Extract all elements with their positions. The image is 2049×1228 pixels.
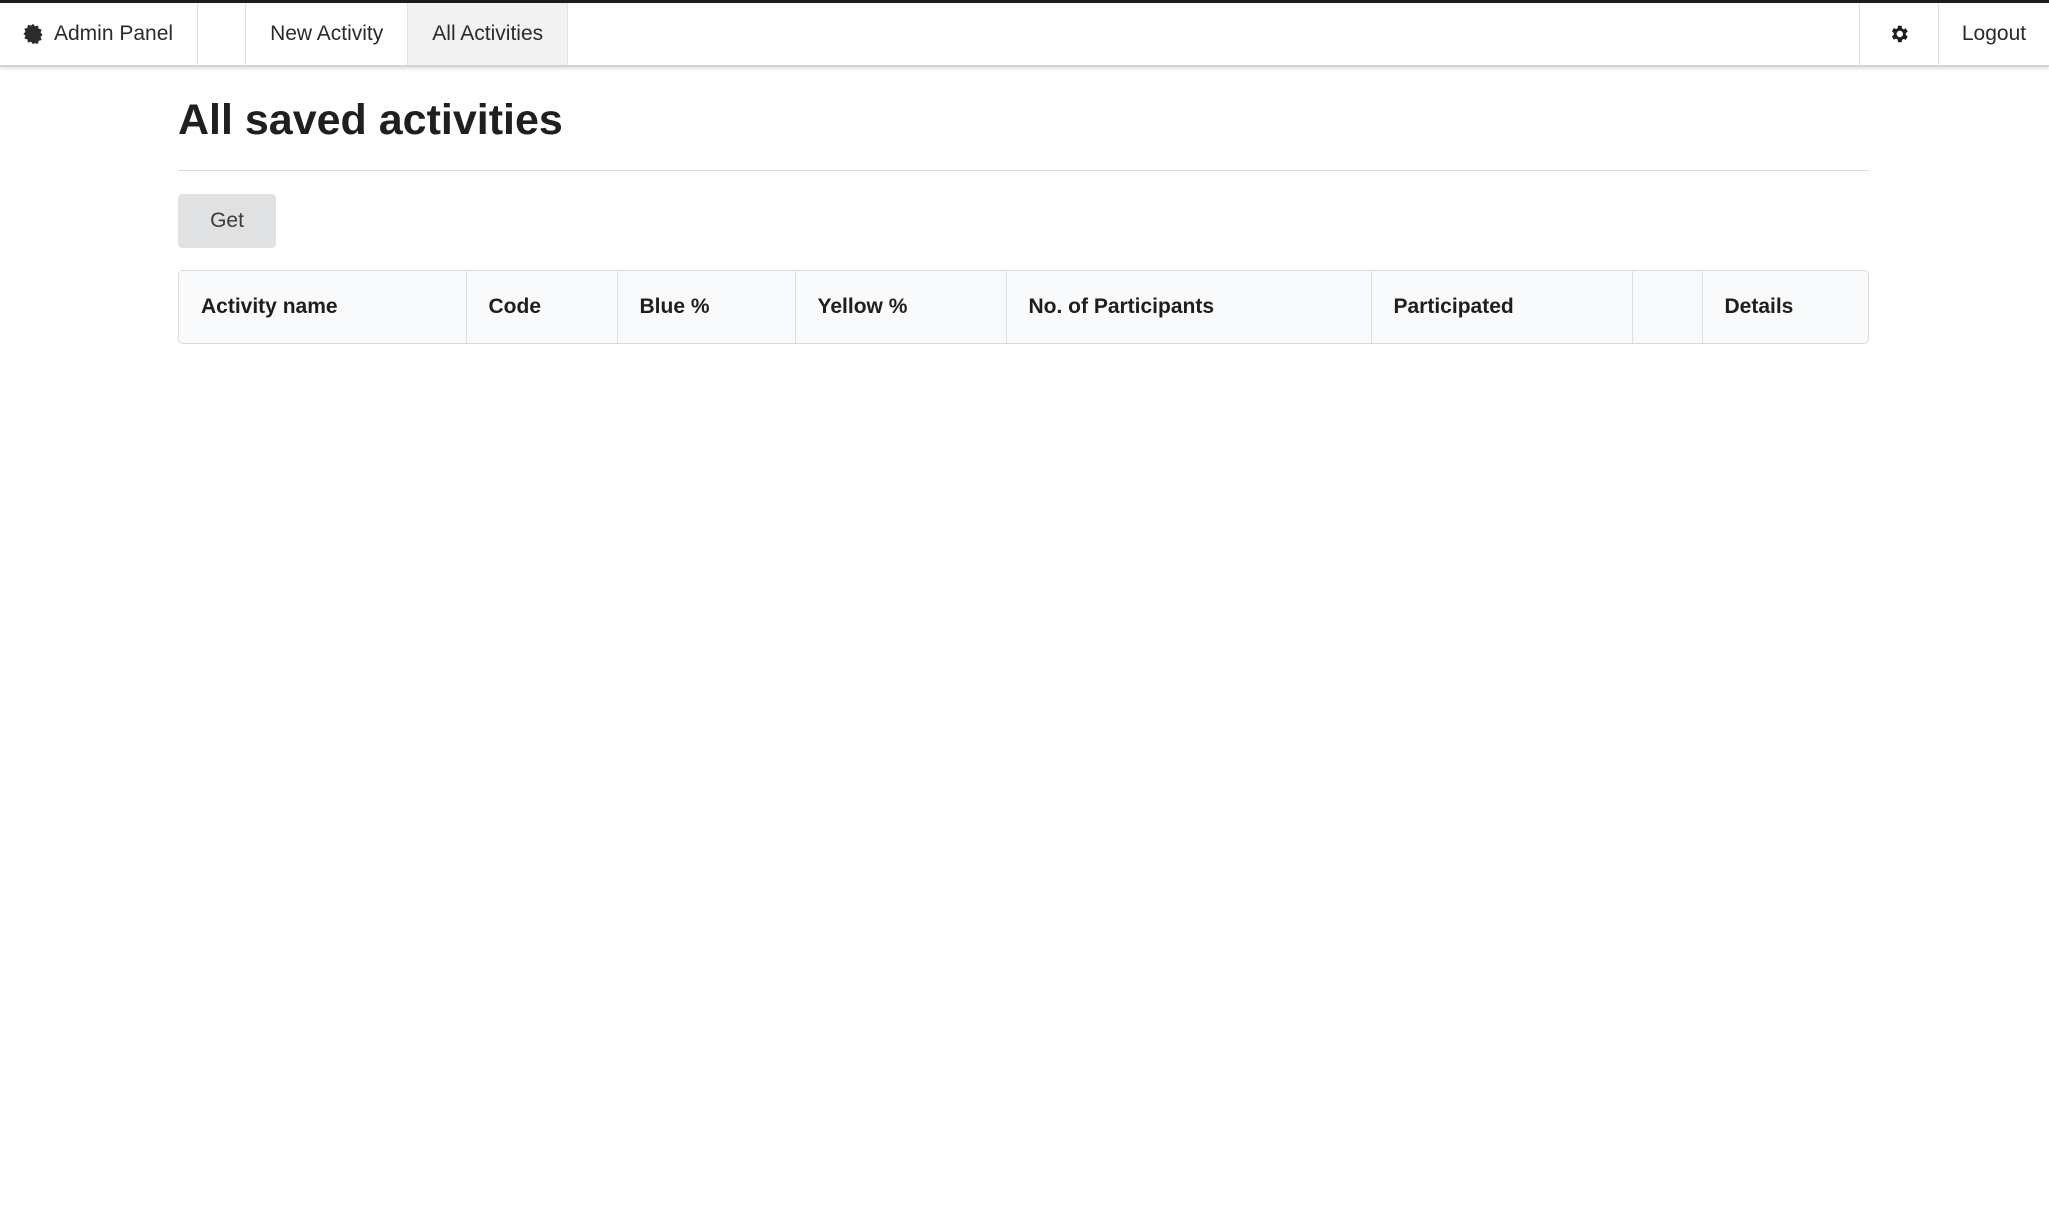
nav-new-activity[interactable]: New Activity — [246, 3, 409, 65]
brand-label: Admin Panel — [54, 22, 174, 45]
column-header-code[interactable]: Code — [465, 271, 617, 343]
column-header-participated[interactable]: Participated — [1370, 271, 1632, 343]
divider — [178, 170, 1869, 171]
logout-label: Logout — [1961, 22, 2027, 45]
column-header-yellow-percent[interactable]: Yellow % — [794, 271, 1006, 343]
brand[interactable]: Admin Panel — [0, 3, 199, 65]
column-header-activity-name[interactable]: Activity name — [179, 271, 466, 343]
right-menu: Logout — [1859, 3, 2049, 65]
get-button[interactable]: Get — [178, 194, 276, 248]
column-header-details[interactable]: Details — [1701, 271, 1868, 343]
column-header-participants[interactable]: No. of Participants — [1005, 271, 1371, 343]
settings-button[interactable] — [1859, 3, 1938, 65]
activities-table: Activity name Code Blue % Yellow % No. o… — [178, 270, 1869, 344]
badge-icon — [23, 23, 43, 45]
logout-button[interactable]: Logout — [1938, 3, 2049, 65]
nav-all-activities-label: All Activities — [432, 22, 544, 45]
main-content: All saved activities Get Activity name C… — [178, 67, 1869, 344]
nav-all-activities[interactable]: All Activities — [408, 3, 569, 65]
column-header-blue-percent[interactable]: Blue % — [616, 271, 795, 343]
nav-new-activity-label: New Activity — [270, 22, 384, 45]
gear-icon — [1891, 25, 1908, 43]
page-title: All saved activities — [178, 96, 563, 144]
column-header-blank — [1631, 271, 1702, 343]
top-menu-bar: Admin Panel New Activity All Activities … — [0, 0, 2049, 67]
menu-spacer — [198, 3, 247, 65]
table-header-row: Activity name Code Blue % Yellow % No. o… — [179, 271, 1868, 343]
